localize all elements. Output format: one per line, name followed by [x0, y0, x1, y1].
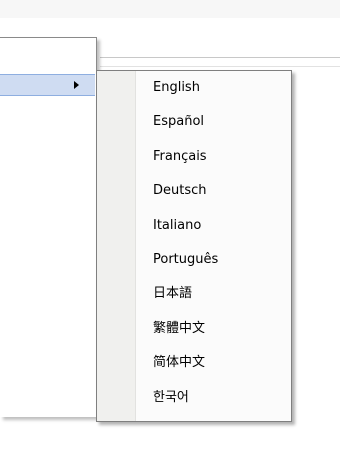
window-divider: [100, 57, 340, 58]
menu-item-korean[interactable]: 한국어: [97, 388, 291, 422]
menu-item-japanese[interactable]: 日本語: [97, 284, 291, 318]
menu-item-italiano[interactable]: Italiano: [97, 216, 291, 250]
chevron-right-icon: [74, 81, 79, 89]
language-submenu-trigger[interactable]: [0, 74, 95, 96]
window-top-bar: [0, 0, 340, 18]
menu-item-portugues[interactable]: Português: [97, 250, 291, 284]
window-divider-secondary: [100, 66, 340, 67]
menu-item-espanol[interactable]: Español: [97, 112, 291, 146]
menu-item-deutsch[interactable]: Deutsch: [97, 181, 291, 215]
menu-item-simplified-chinese[interactable]: 简体中文: [97, 353, 291, 387]
language-list: English Español Français Deutsch Italian…: [97, 78, 291, 422]
menu-item-english[interactable]: English: [97, 78, 291, 112]
parent-context-menu: [0, 37, 97, 417]
screen: English Español Français Deutsch Italian…: [0, 0, 340, 457]
menu-item-francais[interactable]: Français: [97, 147, 291, 181]
language-submenu: English Español Français Deutsch Italian…: [96, 70, 292, 422]
menu-item-traditional-chinese[interactable]: 繁體中文: [97, 319, 291, 353]
